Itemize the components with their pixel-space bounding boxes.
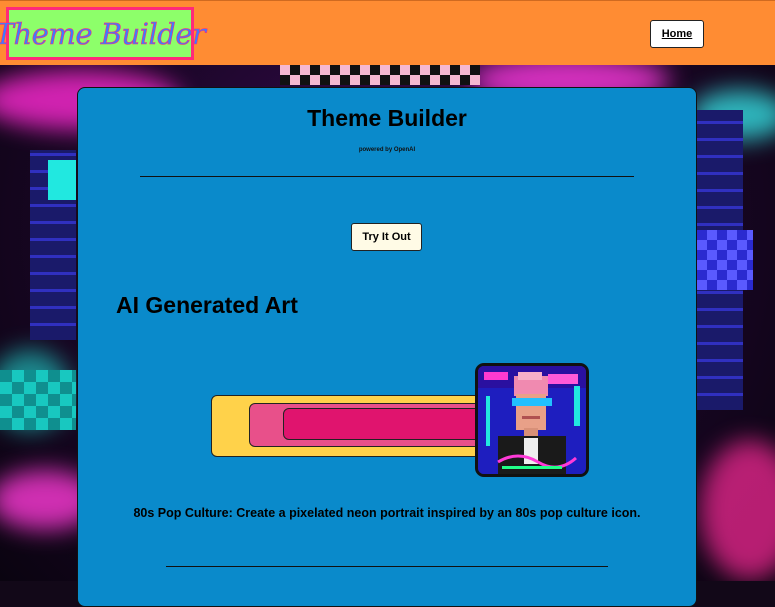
section-title: AI Generated Art bbox=[116, 292, 298, 318]
logo-text: Theme Builder bbox=[0, 16, 206, 51]
logo[interactable]: Theme Builder bbox=[0, 7, 206, 60]
art-caption: 80s Pop Culture: Create a pixelated neon… bbox=[133, 506, 641, 520]
page-title: Theme Builder bbox=[307, 105, 467, 131]
pixel-portrait-image bbox=[475, 363, 589, 477]
try-it-out-button[interactable]: Try It Out bbox=[351, 223, 422, 251]
powered-by-text: powered by OpenAI bbox=[358, 147, 416, 153]
main-card: Theme Builder powered by OpenAI Try It O… bbox=[77, 87, 697, 607]
color-swatch-magenta bbox=[283, 408, 495, 440]
top-header: Theme Builder Home bbox=[0, 0, 775, 65]
portrait-art bbox=[478, 366, 586, 474]
divider bbox=[140, 176, 634, 177]
divider bbox=[166, 566, 608, 567]
home-button[interactable]: Home bbox=[650, 20, 704, 48]
